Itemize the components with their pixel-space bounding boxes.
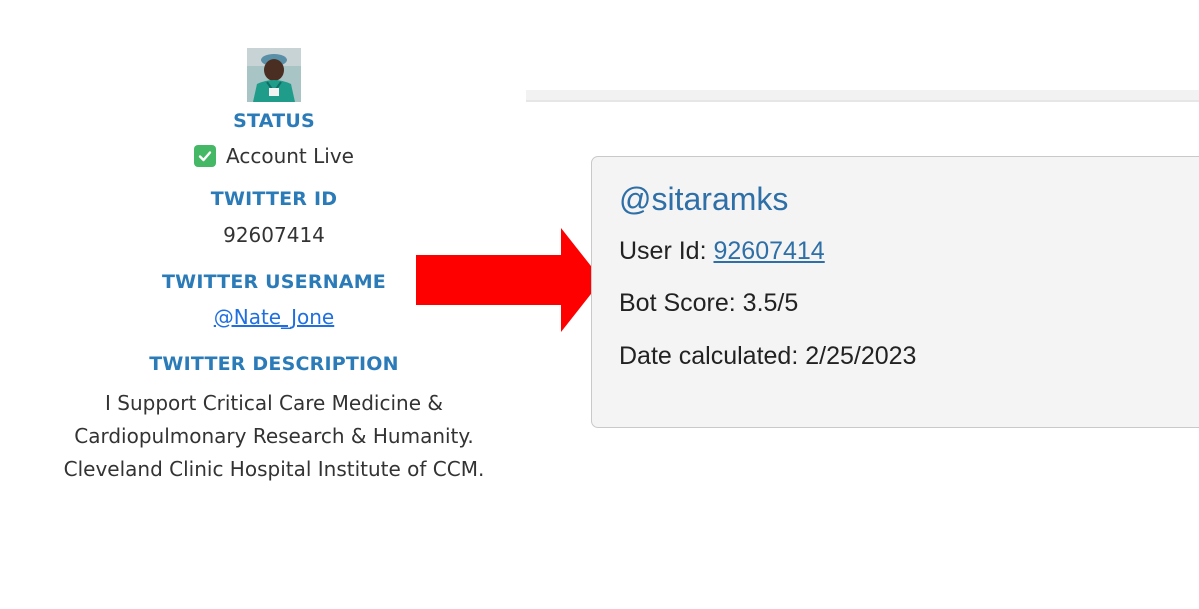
avatar-image [247, 48, 301, 102]
date-calculated-label: Date calculated: [619, 342, 806, 370]
status-heading: STATUS [233, 110, 315, 132]
status-value: Account Live [226, 144, 354, 168]
description-line: I Support Critical Care Medicine & [105, 391, 443, 415]
bot-score-value: 3.5/5 [742, 289, 799, 317]
description-line: Cleveland Clinic Hospital Institute of C… [63, 457, 485, 481]
user-id-row: User Id: 92607414 [619, 237, 825, 266]
bot-score-label: Bot Score: [619, 289, 743, 317]
date-calculated-row: Date calculated: 2/25/2023 [619, 342, 916, 371]
bot-score-row: Bot Score: 3.5/5 [619, 289, 798, 318]
twitter-description: I Support Critical Care Medicine & Cardi… [24, 387, 524, 486]
bot-score-card: @sitaramks User Id: 92607414 Bot Score: … [591, 156, 1199, 428]
right-arrow-icon [416, 228, 602, 332]
twitter-description-heading: TWITTER DESCRIPTION [149, 353, 399, 375]
check-box-icon [194, 145, 217, 167]
date-calculated-value: 2/25/2023 [805, 342, 917, 370]
status-row: Account Live [24, 144, 524, 168]
user-id-label: User Id: [619, 237, 714, 265]
avatar[interactable] [247, 48, 301, 102]
username-link[interactable]: @Nate_Jone [214, 305, 334, 329]
user-id-link[interactable]: 92607414 [713, 237, 824, 265]
card-handle: @sitaramks [619, 181, 789, 217]
top-separator-bar [526, 90, 1199, 102]
description-line: Cardiopulmonary Research & Humanity. [74, 424, 474, 448]
twitter-id-heading: TWITTER ID [210, 188, 338, 210]
